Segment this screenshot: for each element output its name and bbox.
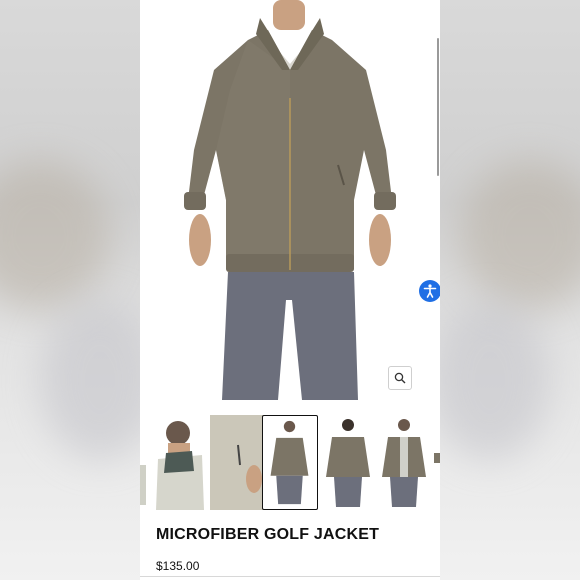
phone-screen: MICROFIBER GOLF JACKET $135.00: [140, 0, 440, 580]
thumbnail-front-view[interactable]: [262, 415, 318, 510]
scrollbar[interactable]: [437, 38, 439, 176]
blurred-background-right: [430, 0, 580, 580]
product-title: MICROFIBER GOLF JACKET: [156, 526, 380, 543]
product-hero-image[interactable]: [140, 0, 440, 400]
thumbnail-back-view[interactable]: [320, 415, 376, 510]
thumbnail-partial-right[interactable]: [434, 415, 440, 510]
accessibility-person-icon: [423, 284, 437, 298]
thumbnail-strip: [140, 415, 440, 510]
divider: [140, 576, 440, 577]
thumbnail-partial-left[interactable]: [140, 415, 146, 510]
magnifier-icon: [394, 372, 406, 384]
model-jacket-illustration: [184, 0, 396, 400]
thumbnail-open-jacket[interactable]: [376, 415, 432, 510]
thumbnail-pocket-detail[interactable]: [210, 415, 266, 510]
product-price: $135.00: [156, 559, 200, 573]
thumbnail-collar-detail[interactable]: [152, 415, 208, 510]
accessibility-button[interactable]: [419, 280, 440, 302]
zoom-button[interactable]: [388, 366, 412, 390]
blurred-background-left: [0, 0, 160, 580]
